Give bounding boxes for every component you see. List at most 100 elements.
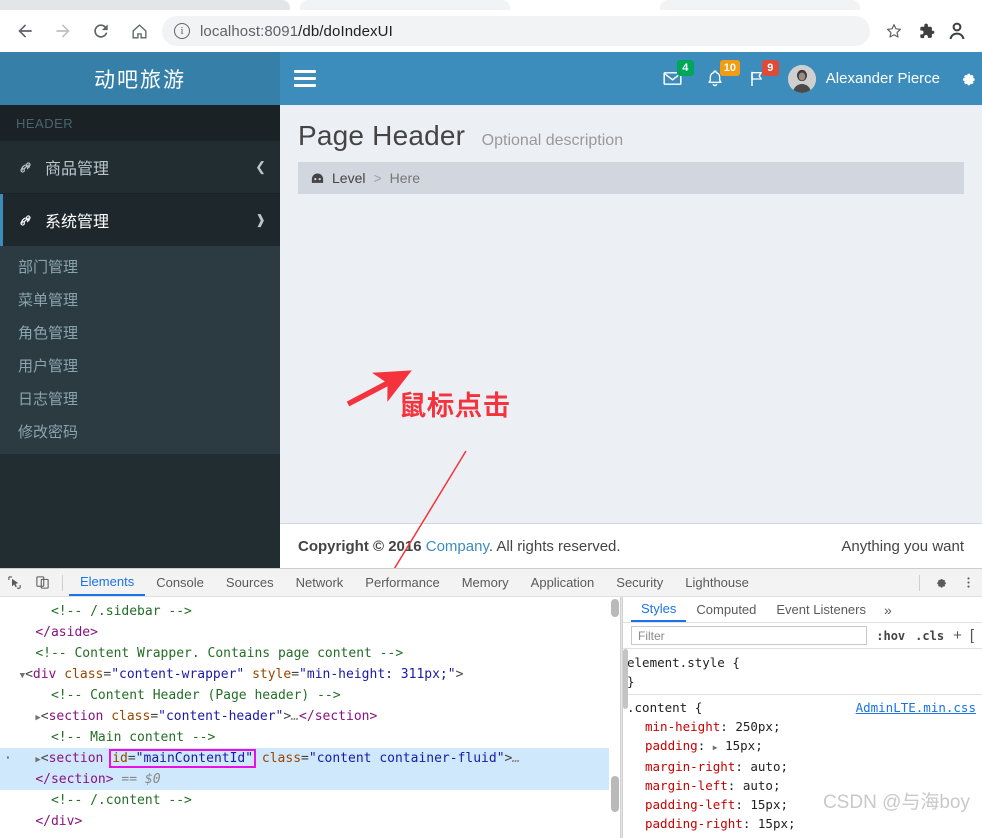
forward-button[interactable]	[48, 16, 78, 46]
browser-tab[interactable]	[300, 0, 510, 10]
notifications-menu[interactable]: 10	[694, 52, 741, 105]
styles-scrollbar[interactable]	[623, 649, 628, 709]
sidebar-toggle-button[interactable]	[280, 52, 330, 105]
devtools-tab-sources[interactable]: Sources	[215, 569, 285, 596]
app-logo[interactable]: 动吧旅游	[0, 52, 280, 105]
style-prop-name: padding	[645, 738, 698, 753]
tasks-menu[interactable]: 9	[736, 52, 779, 105]
dom-tag: </section>	[35, 772, 114, 787]
sidebar-subitem-change-password[interactable]: 修改密码	[0, 415, 280, 448]
gear-icon[interactable]	[926, 569, 954, 597]
sidebar-subitem-department[interactable]: 部门管理	[0, 250, 280, 283]
device-toolbar-icon[interactable]	[28, 569, 56, 597]
dom-line[interactable]: <!-- Content Header (Page header) -->	[0, 685, 620, 706]
profile-button[interactable]	[944, 18, 970, 44]
devtools-toolbar-right	[913, 569, 982, 597]
styles-more-tabs-icon[interactable]: »	[876, 602, 900, 618]
hamburger-icon-bar	[294, 77, 316, 80]
footer-copyright-suffix: . All rights reserved.	[488, 537, 621, 555]
dom-line[interactable]: ▼<div class="content-wrapper" style="min…	[0, 664, 620, 685]
sidebar-item-product-management[interactable]: 商品管理 ❮	[0, 141, 280, 193]
style-prop-value: auto;	[742, 778, 781, 793]
dom-tag-name: div	[32, 667, 57, 682]
scrollbar-thumb[interactable]	[611, 776, 619, 812]
devtools-tab-performance[interactable]: Performance	[354, 569, 450, 596]
styles-tab-styles[interactable]: Styles	[631, 597, 687, 622]
style-prop-value: 15px;	[750, 797, 789, 812]
sidebar-subitem-log[interactable]: 日志管理	[0, 382, 280, 415]
scrollbar-thumb-top[interactable]	[611, 599, 619, 617]
dom-line[interactable]: <!-- Main content -->	[0, 727, 620, 748]
address-bar[interactable]: i localhost:8091/db/doIndexUI	[162, 16, 870, 46]
dom-line[interactable]: </aside>	[0, 622, 620, 643]
dom-line[interactable]: </div>	[0, 811, 620, 832]
devtools-tab-security[interactable]: Security	[605, 569, 674, 596]
devtools-body: <!-- /.sidebar --> </aside> <!-- Content…	[0, 597, 982, 838]
dom-line[interactable]: <!-- /.sidebar -->	[0, 601, 620, 622]
style-prop-name: margin-left	[645, 778, 728, 793]
expand-triangle-icon[interactable]: ▶	[713, 743, 718, 752]
inspect-cursor-icon[interactable]	[0, 569, 28, 597]
dom-line-selected-close[interactable]: </section> == $0	[0, 769, 620, 790]
styles-new-rule-button[interactable]: +	[949, 627, 966, 644]
devtools-tab-network[interactable]: Network	[285, 569, 355, 596]
breadcrumb-level[interactable]: Level	[332, 170, 365, 186]
user-menu[interactable]: Alexander Pierce	[778, 52, 952, 105]
sidebar-section-header: HEADER	[0, 105, 280, 141]
browser-tab[interactable]	[0, 0, 290, 10]
devtools-tab-console[interactable]: Console	[145, 569, 215, 596]
style-declaration[interactable]: padding: ▶ 15px;	[627, 736, 982, 757]
annotation-label: 鼠标点击	[399, 391, 511, 421]
dom-line[interactable]: ▶<section class="content-header">…</sect…	[0, 706, 620, 727]
profile-avatar-icon	[949, 22, 965, 40]
sidebar-subitem-user[interactable]: 用户管理	[0, 349, 280, 382]
extensions-button[interactable]	[912, 17, 940, 45]
browser-tab[interactable]	[660, 0, 860, 10]
style-rule-element-style[interactable]: element.style { }	[627, 653, 982, 691]
devtools-tab-lighthouse[interactable]: Lighthouse	[674, 569, 760, 596]
messages-menu[interactable]: 4	[651, 52, 694, 105]
dom-line[interactable]: <!-- Content Wrapper. Contains page cont…	[0, 643, 620, 664]
toolbar-divider	[919, 574, 920, 591]
dom-line[interactable]: <!-- /.content -->	[0, 790, 620, 811]
back-button[interactable]	[10, 16, 40, 46]
sidebar-subitem-menu[interactable]: 菜单管理	[0, 283, 280, 316]
style-declaration[interactable]: margin-right: auto;	[627, 757, 982, 776]
bookmark-button[interactable]	[880, 17, 908, 45]
navbar-right-menu: 4 10 9 Alexander Pierce	[651, 52, 982, 105]
dom-line-selected[interactable]: · ▶<section id="mainContentId" class="co…	[0, 748, 620, 769]
style-prop-name: margin-right	[645, 759, 736, 774]
app-sidebar: HEADER 商品管理 ❮ 系统管理 ❱ 部门管理 菜单管理 角色管理 用户管理…	[0, 105, 280, 568]
devtools-tab-application[interactable]: Application	[520, 569, 606, 596]
toolbar-divider	[62, 574, 63, 591]
url-text: localhost:8091/db/doIndexUI	[200, 22, 393, 40]
styles-tabbar: Styles Computed Event Listeners »	[623, 597, 982, 623]
footer-company-link[interactable]: Company	[426, 538, 489, 555]
control-sidebar-toggle[interactable]	[952, 52, 982, 105]
kebab-menu-icon[interactable]	[954, 569, 982, 597]
page-info-icon[interactable]: i	[174, 23, 190, 39]
styles-tab-event-listeners[interactable]: Event Listeners	[766, 597, 876, 622]
styles-tab-computed[interactable]: Computed	[686, 597, 766, 622]
style-declaration[interactable]: min-height: 250px;	[627, 717, 982, 736]
style-declaration[interactable]: padding-right: 15px;	[627, 814, 982, 833]
styles-cls-toggle[interactable]: .cls	[910, 629, 949, 643]
dom-tree-pane[interactable]: <!-- /.sidebar --> </aside> <!-- Content…	[0, 597, 620, 838]
home-button[interactable]	[124, 16, 154, 46]
style-rule-source-link[interactable]: AdminLTE.min.css	[856, 698, 976, 717]
chevron-left-icon: ❮	[255, 159, 266, 174]
reload-button[interactable]	[86, 16, 116, 46]
style-prop-value: 250px;	[735, 719, 781, 734]
styles-computed-sidebar-button[interactable]: [	[966, 627, 978, 644]
devtools-tab-memory[interactable]: Memory	[451, 569, 520, 596]
style-rule-selector: element.style {	[627, 655, 740, 670]
styles-hov-toggle[interactable]: :hov	[871, 629, 910, 643]
sidebar-item-system-management[interactable]: 系统管理 ❱	[0, 194, 280, 246]
dom-tree-scrollbar[interactable]	[609, 597, 620, 838]
styles-filter-input[interactable]: Filter	[631, 626, 868, 645]
devtools-tab-elements[interactable]: Elements	[69, 569, 146, 596]
style-prop-name: padding-left	[645, 797, 736, 812]
devtools-tabbar: Elements Console Sources Network Perform…	[0, 569, 982, 597]
sidebar-subitem-role[interactable]: 角色管理	[0, 316, 280, 349]
devtools-panel: Elements Console Sources Network Perform…	[0, 568, 982, 838]
